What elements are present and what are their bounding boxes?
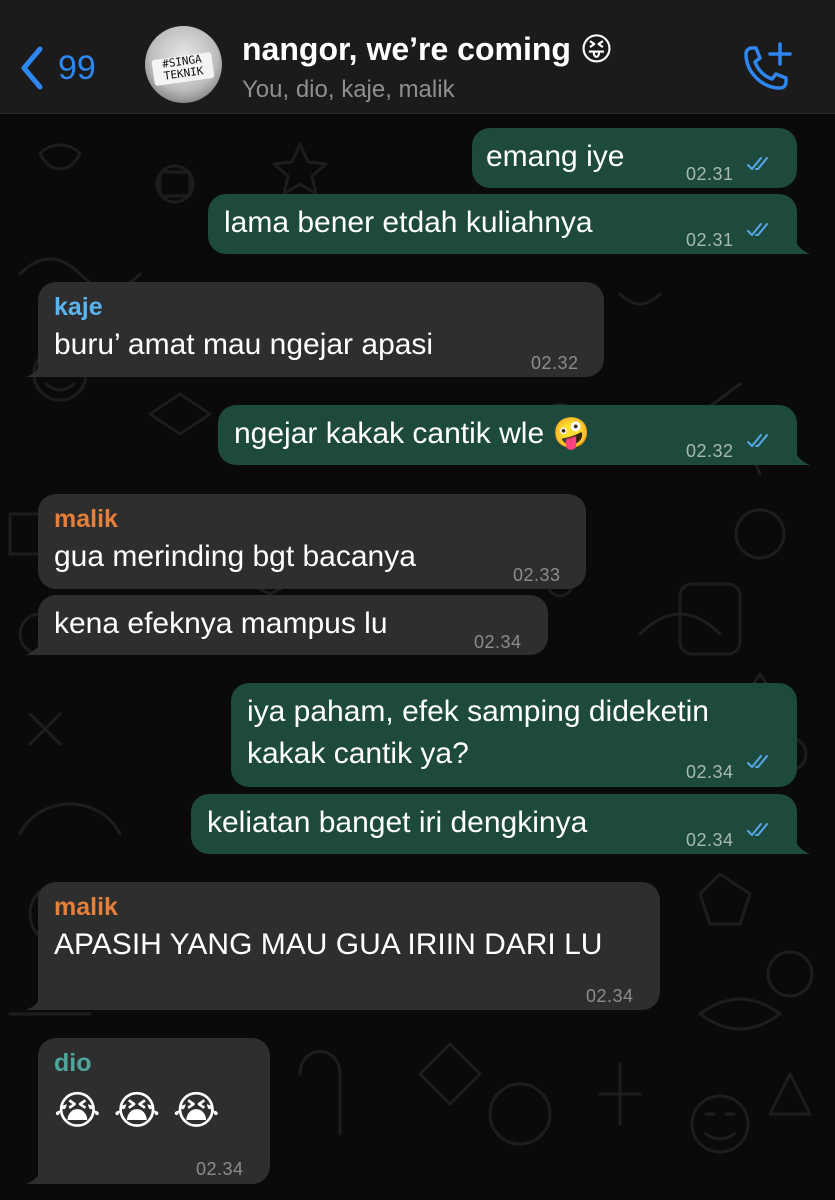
add-call-button[interactable] [738,40,794,96]
message-text: emang iye [486,140,625,173]
sender-name: kaje [54,293,103,321]
message-time: 02.34 [686,762,734,782]
read-ticks-icon [747,223,768,237]
message-time: 02.31 [686,230,734,250]
message-text: kena efeknya mampus lu [54,607,388,640]
bubble-tail [786,232,810,254]
message-text: gua merinding bgt bacanya [54,540,416,573]
unread-count: 99 [58,48,96,87]
message-text-line-2: kakak cantik ya? [247,737,469,770]
message-time: 02.31 [686,164,734,184]
sender-name: malik [54,505,118,533]
message-time: 02.32 [686,441,734,461]
bubble-tail [26,355,50,377]
chat-area[interactable]: emang iye 02.31 lama bener etdah kuliahn… [0,114,835,1200]
sender-name: malik [54,893,118,921]
group-title-text: nangor, we’re coming [242,31,571,67]
title-emoji: 😝 [579,30,614,68]
chat-header: 99 #SINGA TEKNIK nangor, we’re coming 😝 … [0,0,835,114]
read-ticks-icon [747,434,768,448]
message-text-line-1: iya paham, efek samping dideketin [247,695,709,728]
bubble-tail [26,1162,50,1184]
emoji-message: 😭 😭 😭 [54,1088,220,1134]
bubble-tail [26,988,50,1010]
message-time: 02.34 [586,986,634,1006]
emoji: 🤪 [552,416,590,451]
message-text: APASIH YANG MAU GUA IRIIN DARI LU [54,928,603,961]
message-bubble-incoming[interactable]: dio 😭 😭 😭 02.34 [26,1038,270,1184]
group-title[interactable]: nangor, we’re coming 😝 [242,30,613,68]
message-time: 02.33 [513,565,561,585]
message-bubble-incoming[interactable]: malik APASIH YANG MAU GUA IRIIN DARI LU … [26,882,660,1010]
message-bubble-incoming[interactable]: malik gua merinding bgt bacanya 02.33 [38,494,586,589]
group-avatar[interactable]: #SINGA TEKNIK [145,26,222,103]
avatar-sign-text: #SINGA TEKNIK [151,51,215,87]
message-bubble-incoming[interactable]: kaje buru’ amat mau ngejar apasi 02.32 [26,282,604,377]
message-bubble-outgoing[interactable]: ngejar kakak cantik wle 🤪 02.32 [218,405,810,465]
message-text: ngejar kakak cantik wle 🤪 [234,415,590,453]
sender-name: dio [54,1049,92,1077]
bubble-tail [26,633,50,655]
message-time: 02.34 [474,632,522,652]
message-bubble-outgoing[interactable]: emang iye 02.31 [472,128,797,188]
bubble-tail [786,832,810,854]
message-bubble-outgoing[interactable]: keliatan banget iri dengkinya 02.34 [191,794,810,854]
chevron-left-icon [21,46,43,90]
message-text: buru’ amat mau ngejar apasi [54,328,434,361]
read-ticks-icon [747,755,768,769]
message-bubble-outgoing[interactable]: lama bener etdah kuliahnya 02.31 [208,194,810,254]
read-ticks-icon [747,157,768,171]
bubble-tail [786,443,810,465]
message-time: 02.32 [531,353,579,373]
message-text-body: ngejar kakak cantik wle [234,417,545,450]
back-button[interactable]: 99 [18,38,96,98]
message-bubble-incoming[interactable]: kena efeknya mampus lu 02.34 [26,595,548,655]
message-text: lama bener etdah kuliahnya [224,206,593,239]
message-time: 02.34 [686,830,734,850]
read-ticks-icon [747,823,768,837]
add-call-icon [744,42,792,90]
group-members[interactable]: You, dio, kaje, malik [242,76,455,104]
message-time: 02.34 [196,1159,244,1179]
message-bubble-outgoing[interactable]: iya paham, efek samping dideketin kakak … [231,683,797,787]
message-text: keliatan banget iri dengkinya [207,806,588,839]
